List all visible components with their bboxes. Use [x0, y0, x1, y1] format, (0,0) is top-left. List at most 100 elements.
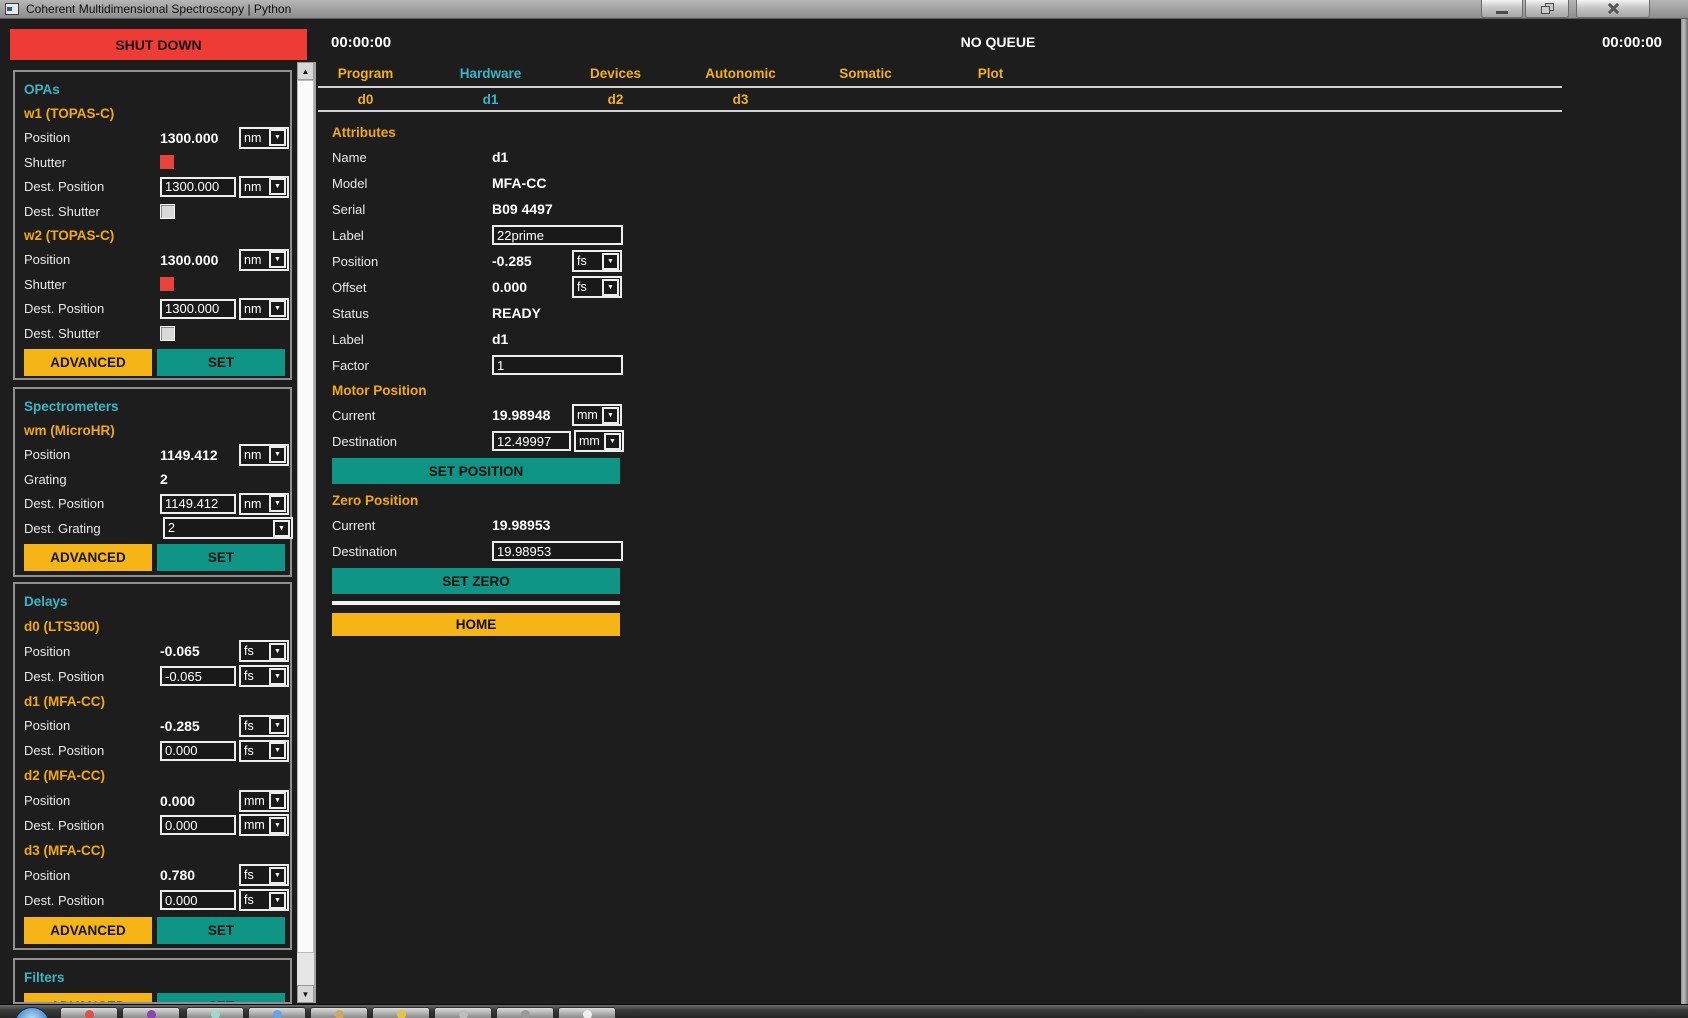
chevron-down-icon[interactable]: ▼ — [269, 129, 286, 146]
d0-position-unit-select[interactable]: fs ▼ — [239, 640, 289, 662]
tab-program[interactable]: Program — [303, 63, 428, 84]
chevron-down-icon[interactable]: ▼ — [602, 407, 619, 424]
taskbar-app-button[interactable] — [558, 1007, 616, 1018]
d0-dest-unit-select[interactable]: fs ▼ — [239, 665, 289, 687]
position-label: Position — [332, 254, 492, 269]
opas-set-button[interactable]: SET — [157, 349, 285, 376]
tab-hardware[interactable]: Hardware — [428, 63, 553, 84]
shutter-label: Shutter — [24, 277, 160, 292]
delays-set-button[interactable]: SET — [157, 917, 285, 944]
w1-dest-position-input[interactable] — [160, 177, 236, 197]
d2-dest-position-input[interactable] — [160, 815, 236, 835]
d1-position-unit-select[interactable]: fs ▼ — [239, 715, 289, 737]
chevron-down-icon[interactable]: ▼ — [269, 643, 286, 660]
shutdown-button[interactable]: SHUT DOWN — [10, 29, 307, 60]
d2-position-value: 0.000 — [160, 793, 236, 809]
w1-dest-shutter-checkbox[interactable] — [160, 204, 175, 219]
scroll-down-icon[interactable]: ▼ — [297, 985, 314, 1003]
set-zero-button[interactable]: SET ZERO — [332, 568, 620, 594]
minimize-button[interactable] — [1481, 0, 1523, 18]
chevron-down-icon[interactable]: ▼ — [273, 520, 290, 537]
w1-dest-unit-select[interactable]: nm ▼ — [239, 176, 289, 198]
d3-position-unit-select[interactable]: fs ▼ — [239, 864, 289, 886]
taskbar-app-button[interactable] — [372, 1007, 430, 1018]
chevron-down-icon[interactable]: ▼ — [269, 300, 286, 317]
position-unit-select[interactable]: fs ▼ — [572, 250, 622, 272]
d1-dest-unit-select[interactable]: fs ▼ — [239, 740, 289, 762]
spectrometers-advanced-button[interactable]: ADVANCED — [24, 544, 152, 571]
filters-set-button[interactable]: SET — [157, 993, 285, 1004]
chevron-down-icon[interactable]: ▼ — [269, 495, 286, 512]
label-input[interactable] — [492, 225, 623, 245]
filters-advanced-button[interactable]: ADVANCED — [24, 993, 152, 1004]
tab-autonomic[interactable]: Autonomic — [678, 63, 803, 84]
restore-button[interactable] — [1525, 0, 1569, 18]
close-button[interactable] — [1576, 0, 1650, 18]
chevron-down-icon[interactable]: ▼ — [269, 792, 286, 809]
chevron-down-icon[interactable]: ▼ — [604, 433, 621, 450]
taskbar-app-button[interactable] — [186, 1007, 244, 1018]
sidebar-scrollbar[interactable]: ▲ ▼ — [297, 62, 314, 1003]
motor-destination-unit-select[interactable]: mm ▼ — [574, 430, 624, 452]
taskbar-app-button[interactable] — [122, 1007, 180, 1018]
motor-destination-input[interactable] — [492, 431, 571, 451]
subtab-d2[interactable]: d2 — [553, 89, 678, 110]
w2-dest-unit-select[interactable]: nm ▼ — [239, 298, 289, 320]
chevron-down-icon[interactable]: ▼ — [269, 178, 286, 195]
tab-plot[interactable]: Plot — [928, 63, 1053, 84]
d0-dest-position-input[interactable] — [160, 666, 236, 686]
chevron-down-icon[interactable]: ▼ — [269, 717, 286, 734]
d2-dest-unit-select[interactable]: mm ▼ — [239, 814, 289, 836]
chevron-down-icon[interactable]: ▼ — [269, 892, 286, 909]
tab-somatic[interactable]: Somatic — [803, 63, 928, 84]
taskbar-app-button[interactable] — [248, 1007, 306, 1018]
w1-position-value: 1300.000 — [160, 130, 236, 146]
w1-position-unit-select[interactable]: nm ▼ — [239, 127, 289, 149]
unit-value: fs — [574, 254, 587, 268]
chevron-down-icon[interactable]: ▼ — [269, 668, 286, 685]
chevron-down-icon[interactable]: ▼ — [269, 251, 286, 268]
subtab-d1[interactable]: d1 — [428, 89, 553, 110]
chevron-down-icon[interactable]: ▼ — [269, 446, 286, 463]
taskbar-app-button[interactable] — [434, 1007, 492, 1018]
chevron-down-icon[interactable]: ▼ — [269, 867, 286, 884]
restore-icon — [1541, 3, 1554, 14]
delays-advanced-button[interactable]: ADVANCED — [24, 917, 152, 944]
chevron-down-icon[interactable]: ▼ — [602, 253, 619, 270]
start-button[interactable] — [14, 1007, 50, 1018]
home-button[interactable]: HOME — [332, 613, 620, 636]
w2-dest-position-input[interactable] — [160, 299, 236, 319]
wm-dest-position-input[interactable] — [160, 494, 236, 514]
d2-position-unit-select[interactable]: mm ▼ — [239, 790, 289, 812]
subtab-d0[interactable]: d0 — [303, 89, 428, 110]
taskbar-app-button[interactable] — [310, 1007, 368, 1018]
w2-dest-shutter-checkbox[interactable] — [160, 326, 175, 341]
tab-devices[interactable]: Devices — [553, 63, 678, 84]
d3-dest-unit-select[interactable]: fs ▼ — [239, 889, 289, 911]
taskbar-app-button[interactable] — [496, 1007, 554, 1018]
offset-unit-select[interactable]: fs ▼ — [572, 276, 622, 298]
w2-position-unit-select[interactable]: nm ▼ — [239, 249, 289, 271]
unit-value: mm — [241, 818, 265, 832]
factor-input[interactable] — [492, 355, 623, 375]
factor-row: Factor — [332, 352, 624, 378]
wm-grating-value: 2 — [160, 471, 236, 487]
chevron-down-icon[interactable]: ▼ — [269, 817, 286, 834]
chevron-down-icon[interactable]: ▼ — [602, 279, 619, 296]
set-position-button[interactable]: SET POSITION — [332, 458, 620, 484]
wm-dest-unit-select[interactable]: nm ▼ — [239, 493, 289, 515]
opas-advanced-button[interactable]: ADVANCED — [24, 349, 152, 376]
subtab-d3[interactable]: d3 — [678, 89, 803, 110]
wm-dest-grating-select[interactable]: 2 ▼ — [163, 517, 293, 539]
d1-dest-position-input[interactable] — [160, 741, 236, 761]
spectrometers-set-button[interactable]: SET — [157, 544, 285, 571]
taskbar-app-button[interactable] — [60, 1007, 118, 1018]
scroll-up-icon[interactable]: ▲ — [297, 62, 314, 80]
zero-destination-input[interactable] — [492, 541, 623, 561]
d3-dest-position-input[interactable] — [160, 890, 236, 910]
motor-current-unit-select[interactable]: mm ▼ — [572, 404, 622, 426]
wm-position-unit-select[interactable]: nm ▼ — [239, 444, 289, 466]
chevron-down-icon[interactable]: ▼ — [269, 742, 286, 759]
w2-position-value: 1300.000 — [160, 252, 236, 268]
scrollbar-thumb[interactable] — [297, 80, 314, 953]
